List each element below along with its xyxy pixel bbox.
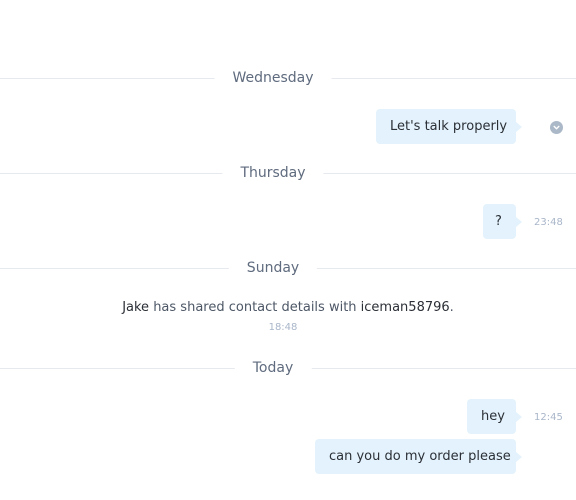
day-separator-today: Today	[0, 358, 576, 378]
message-text: ?	[495, 214, 502, 229]
day-label: Today	[234, 358, 312, 378]
message-timestamp: 12:45	[534, 412, 563, 423]
message-timestamp: 23:48	[534, 217, 563, 228]
system-message-timestamp: 18:48	[268, 322, 298, 333]
message-bubble-outgoing[interactable]: hey	[467, 399, 522, 434]
bubble-tail	[516, 217, 522, 227]
message-bubble-outgoing[interactable]: Let's talk properly	[376, 109, 522, 144]
day-separator-thursday: Thursday	[0, 163, 576, 183]
day-separator-wednesday: Wednesday	[0, 68, 576, 88]
message-bubble-outgoing[interactable]: can you do my order please	[315, 439, 522, 474]
day-label: Wednesday	[214, 68, 332, 88]
message-text: can you do my order please	[329, 449, 511, 464]
actor-name[interactable]: Jake	[122, 300, 149, 315]
system-message-text: has shared contact details with	[149, 300, 361, 315]
system-message: Jake has shared contact details with ice…	[0, 299, 576, 316]
bubble-tail	[516, 412, 522, 422]
system-message-period: .	[449, 300, 454, 315]
day-label: Thursday	[222, 163, 324, 183]
bubble-tail	[516, 122, 522, 132]
message-text: hey	[481, 409, 505, 424]
message-bubble-outgoing[interactable]: ?	[483, 204, 522, 239]
day-label: Sunday	[228, 258, 318, 278]
target-name[interactable]: iceman58796	[361, 300, 450, 315]
chat-message-list: Wednesday Let's talk properly Thursday ?…	[0, 0, 576, 500]
chevron-down-icon[interactable]	[550, 121, 563, 134]
day-separator-sunday: Sunday	[0, 258, 576, 278]
bubble-tail	[516, 452, 522, 462]
message-text: Let's talk properly	[390, 119, 508, 134]
